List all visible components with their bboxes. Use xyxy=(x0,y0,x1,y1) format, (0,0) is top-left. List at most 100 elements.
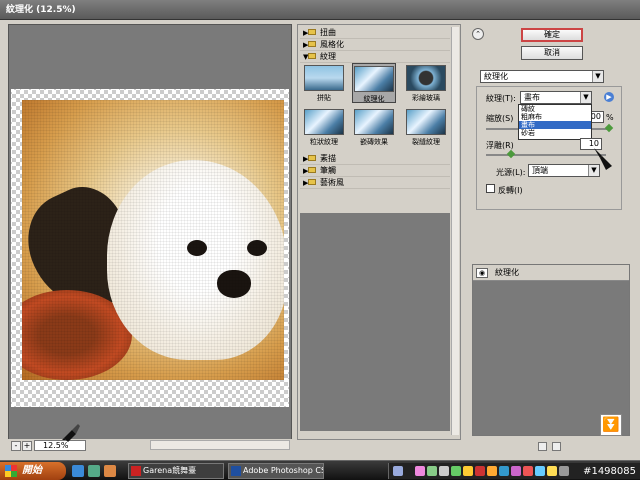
eye-icon[interactable]: ◉ xyxy=(476,268,488,278)
relief-slider[interactable] xyxy=(486,154,606,156)
invert-label: 反轉(I) xyxy=(498,186,523,195)
collapse-gallery-icon[interactable]: ⌃ xyxy=(472,28,484,40)
dog-eye-left xyxy=(187,240,207,256)
effect-layer-row[interactable]: ◉ 紋理化 xyxy=(473,265,629,281)
tray-icon[interactable] xyxy=(427,466,437,476)
ok-button[interactable]: 確定 xyxy=(521,28,583,42)
windows-logo-icon xyxy=(5,465,17,477)
tray-icon[interactable] xyxy=(499,466,509,476)
task-photoshop[interactable]: Adobe Photoshop CS... xyxy=(228,463,324,479)
filter-gallery: ▶ 扭曲 ▶ 風格化 ▼ 紋理 拼貼 紋理化 彩繪玻璃 粒狀紋理 嵌磚效果 裂縫紋理 … xyxy=(297,24,461,440)
ie-icon[interactable] xyxy=(72,465,84,477)
dog-nose xyxy=(217,270,251,298)
filter-thumb-mosaic-tiles[interactable]: 嵌磚效果 xyxy=(352,109,396,149)
tray-icon[interactable] xyxy=(393,466,403,476)
tray-icon[interactable] xyxy=(415,466,425,476)
category-texture[interactable]: ▼ 紋理 xyxy=(300,51,450,63)
invert-checkbox[interactable] xyxy=(486,184,495,193)
folder-open-icon xyxy=(308,53,316,59)
dog-eye-right xyxy=(247,240,267,256)
texture-select-value: 畫布 xyxy=(524,93,540,102)
tray-icon[interactable] xyxy=(547,466,557,476)
folder-icon xyxy=(308,167,316,173)
texture-thumbnails: 拼貼 紋理化 彩繪玻璃 粒狀紋理 嵌磚效果 裂縫紋理 xyxy=(300,63,450,153)
texture-option[interactable]: 砂岩 xyxy=(519,129,591,137)
tray-icon[interactable] xyxy=(451,466,461,476)
cancel-button[interactable]: 取消 xyxy=(521,46,583,60)
preview-horizontal-scrollbar[interactable] xyxy=(150,440,290,450)
delete-effect-layer-icon[interactable] xyxy=(552,442,561,451)
category-label: 藝術風 xyxy=(320,178,344,187)
start-label: 開始 xyxy=(22,465,42,476)
category-label: 紋理 xyxy=(320,52,336,61)
task-label: Adobe Photoshop CS... xyxy=(243,466,323,475)
filter-thumb-craquelure[interactable]: 裂縫紋理 xyxy=(404,109,448,149)
texture-option[interactable]: 粗麻布 xyxy=(519,113,591,121)
gallery-scrollbar[interactable] xyxy=(451,27,459,435)
light-label: 光源(L): xyxy=(496,168,526,177)
tray-icon[interactable] xyxy=(523,466,533,476)
chevron-down-icon: ▼ xyxy=(592,71,603,82)
thumb-label: 拼貼 xyxy=(317,94,331,102)
chevron-down-icon: ▼ xyxy=(588,165,599,176)
texture-option[interactable]: 磚紋 xyxy=(519,105,591,113)
tray-icon[interactable] xyxy=(535,466,545,476)
category-label: 風格化 xyxy=(320,40,344,49)
filter-thumb-texturizer[interactable]: 紋理化 xyxy=(352,63,396,103)
filter-select[interactable]: 紋理化 ▼ xyxy=(480,70,604,83)
preview-area[interactable] xyxy=(8,24,292,440)
category-label: 素描 xyxy=(320,154,336,163)
effect-layer-label: 紋理化 xyxy=(495,268,519,277)
tray-icon[interactable] xyxy=(559,466,569,476)
thumb-image xyxy=(354,109,394,135)
thumb-label: 嵌磚效果 xyxy=(360,138,388,146)
zoom-in-button[interactable]: + xyxy=(22,441,32,451)
effect-layers-panel: ◉ 紋理化 xyxy=(472,264,630,436)
pen-cursor-icon xyxy=(62,424,80,442)
texture-dropdown-list[interactable]: 磚紋 粗麻布 畫布 砂岩 xyxy=(518,104,592,140)
zoom-out-button[interactable]: - xyxy=(11,441,21,451)
texture-menu-icon[interactable]: ▶ xyxy=(604,92,614,102)
basket xyxy=(22,290,132,380)
texture-select[interactable]: 畫布 ▼ xyxy=(520,91,592,104)
category-artistic[interactable]: ▶ 藝術風 xyxy=(300,177,450,189)
garena-icon xyxy=(131,466,141,476)
new-effect-layer-icon[interactable] xyxy=(538,442,547,451)
zoom-value: 12.5% xyxy=(43,441,69,450)
preview-canvas xyxy=(11,89,289,407)
media-player-icon[interactable] xyxy=(104,465,116,477)
light-select[interactable]: 頂端 ▼ xyxy=(528,164,600,177)
thumb-label: 裂縫紋理 xyxy=(412,138,440,146)
tray-icon[interactable] xyxy=(511,466,521,476)
category-stylize[interactable]: ▶ 風格化 xyxy=(300,39,450,51)
thumb-image xyxy=(304,109,344,135)
watermark: #1498085 xyxy=(583,466,636,477)
tray-icon[interactable] xyxy=(439,466,449,476)
system-tray: #1498085 xyxy=(388,463,640,479)
folder-icon xyxy=(308,155,316,161)
thumb-image xyxy=(304,65,344,91)
tray-icon[interactable] xyxy=(475,466,485,476)
filter-thumb-patchwork[interactable]: 拼貼 xyxy=(302,65,346,105)
light-select-value: 頂端 xyxy=(532,166,548,175)
start-button[interactable]: 開始 xyxy=(0,462,66,480)
folder-icon xyxy=(308,29,316,35)
category-distort[interactable]: ▶ 扭曲 xyxy=(300,27,450,39)
category-sketch[interactable]: ▶ 素描 xyxy=(300,153,450,165)
category-brush-strokes[interactable]: ▶ 筆觸 xyxy=(300,165,450,177)
show-desktop-icon[interactable] xyxy=(88,465,100,477)
tray-icon[interactable] xyxy=(463,466,473,476)
folder-icon xyxy=(308,41,316,47)
chevron-down-icon: ▼ xyxy=(580,92,591,103)
texture-option-selected[interactable]: 畫布 xyxy=(519,121,591,129)
filter-thumb-grain[interactable]: 粒狀紋理 xyxy=(302,109,346,149)
gallery-empty-area xyxy=(300,213,450,431)
task-garena[interactable]: Garena競舞臺 xyxy=(128,463,224,479)
thumb-image xyxy=(354,66,394,92)
scaling-label: 縮放(S) xyxy=(486,114,514,123)
scroll-down-arrow-icon[interactable]: ⏬ xyxy=(600,414,622,436)
filter-thumb-stained-glass[interactable]: 彩繪玻璃 xyxy=(404,65,448,105)
filter-category-list: ▶ 扭曲 ▶ 風格化 ▼ 紋理 拼貼 紋理化 彩繪玻璃 粒狀紋理 嵌磚效果 裂縫紋理 … xyxy=(300,27,450,435)
tray-icon[interactable] xyxy=(487,466,497,476)
preview-image xyxy=(22,100,284,380)
